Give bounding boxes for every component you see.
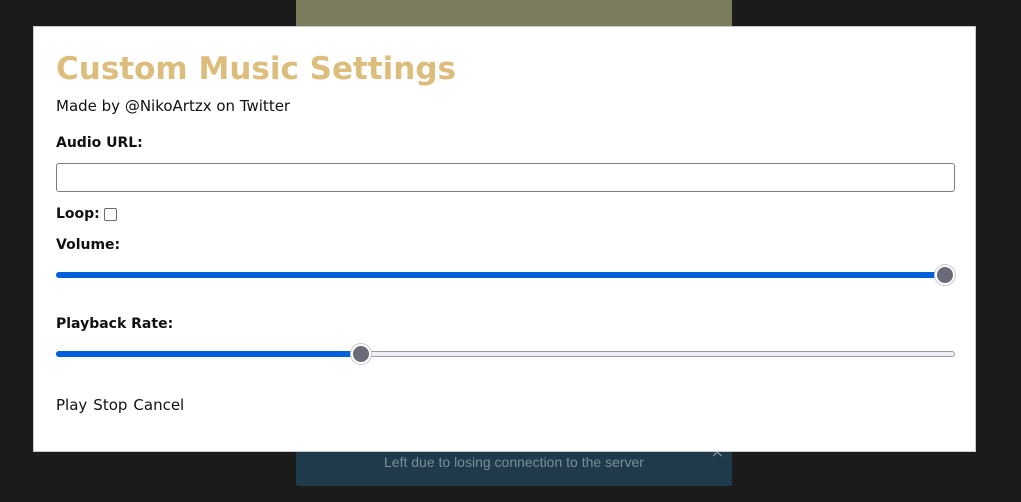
volume-slider-thumb[interactable] bbox=[935, 265, 955, 285]
audio-url-label: Audio URL: bbox=[56, 135, 143, 151]
stop-button[interactable]: Stop bbox=[93, 396, 127, 414]
playback-rate-label: Playback Rate: bbox=[56, 316, 174, 332]
playback-rate-slider-thumb[interactable] bbox=[351, 344, 372, 364]
toast-message: Left due to losing connection to the ser… bbox=[384, 454, 644, 470]
loop-label: Loop: bbox=[56, 206, 100, 222]
loop-row: Loop: bbox=[56, 206, 117, 222]
volume-slider-fill bbox=[56, 272, 945, 278]
custom-music-settings-dialog: Custom Music Settings Made by @NikoArtzx… bbox=[33, 26, 976, 452]
loop-checkbox[interactable] bbox=[103, 207, 117, 221]
volume-slider[interactable] bbox=[56, 265, 955, 285]
playback-rate-slider[interactable] bbox=[56, 344, 955, 364]
credit-text: Made by @NikoArtzx on Twitter bbox=[56, 97, 291, 115]
dialog-actions: Play Stop Cancel bbox=[56, 396, 184, 414]
audio-url-input[interactable] bbox=[56, 163, 955, 192]
cancel-button[interactable]: Cancel bbox=[133, 396, 184, 414]
playback-rate-slider-fill bbox=[56, 351, 362, 357]
dialog-title: Custom Music Settings bbox=[56, 51, 456, 87]
play-button[interactable]: Play bbox=[56, 396, 87, 414]
volume-label: Volume: bbox=[56, 237, 121, 253]
